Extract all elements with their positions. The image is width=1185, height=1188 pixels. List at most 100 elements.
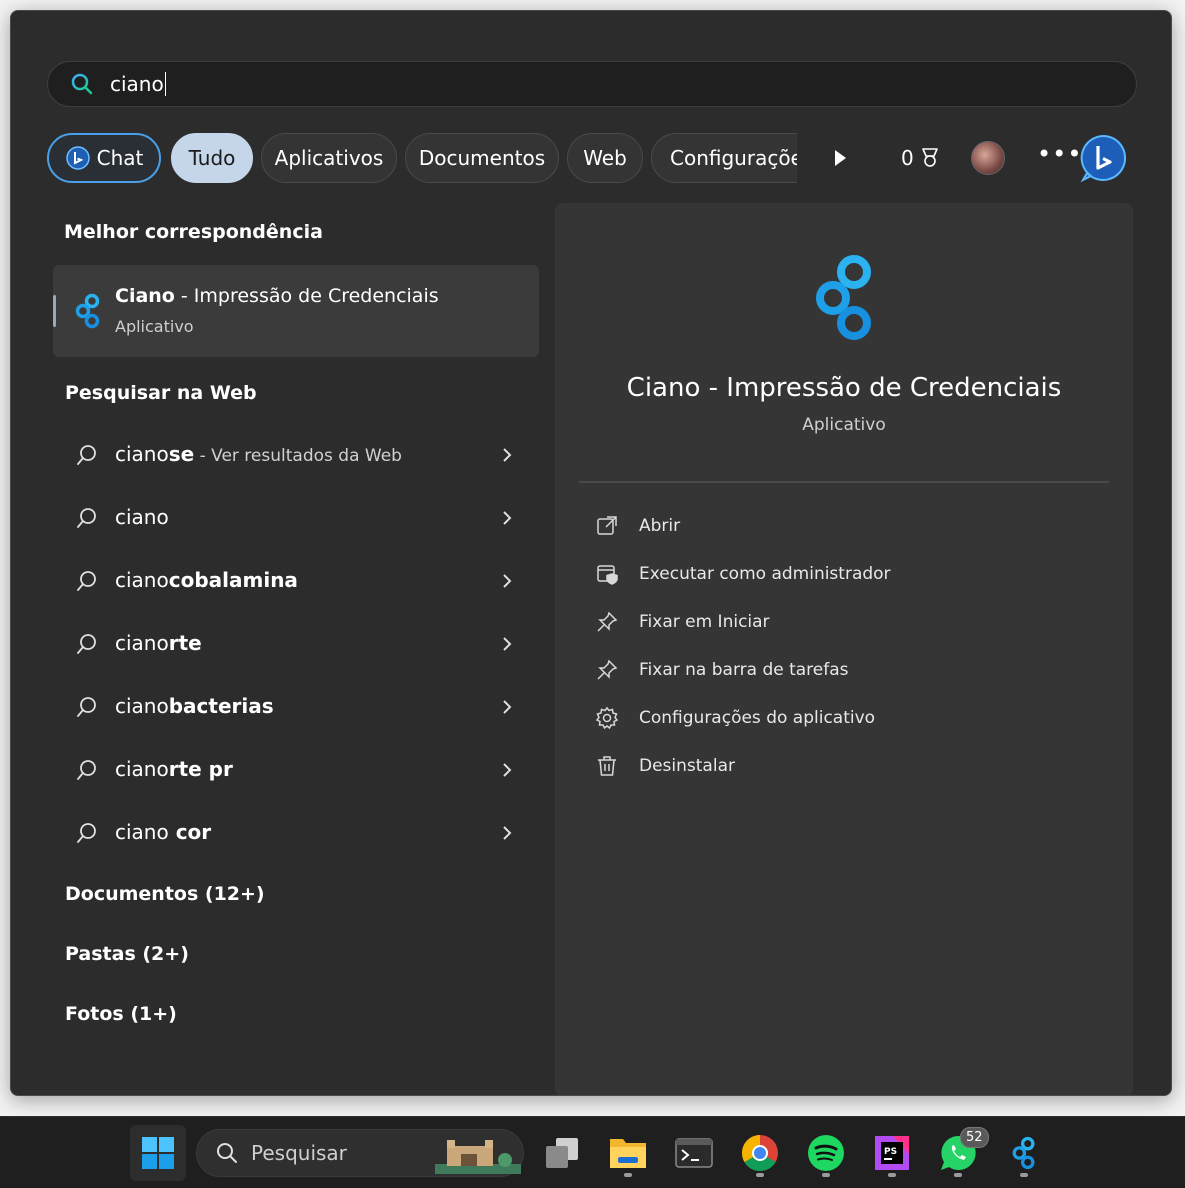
chevron-right-icon [503,637,512,651]
action-run-as-admin[interactable]: Executar como administrador [595,556,1075,592]
tab-tudo[interactable]: Tudo [171,133,253,183]
taskbar-chrome[interactable] [732,1125,788,1181]
best-match-title: Ciano - Impressão de Credenciais [115,285,439,307]
action-label: Executar como administrador [639,564,891,584]
pin-icon [597,611,618,632]
open-external-icon [597,516,617,535]
search-icon [77,445,96,465]
gear-icon [595,706,619,730]
start-search-panel: ciano Chat Tudo Aplicativos Documentos W… [10,10,1172,1096]
action-label: Configurações do aplicativo [639,708,876,728]
taskbar-whatsapp[interactable]: 52 [930,1125,989,1181]
tab-label: Web [583,146,627,170]
start-button[interactable] [130,1125,186,1181]
search-query: ciano [110,72,164,96]
running-indicator [954,1173,962,1177]
web-suggestion-item[interactable]: cianocobalamina [53,555,523,607]
search-icon [77,634,96,654]
suggestion-text: ciano cor [115,820,211,844]
running-indicator [888,1173,896,1177]
text-caret [164,72,167,96]
divider [579,481,1109,483]
taskbar-terminal[interactable] [666,1125,722,1181]
best-match-title-rest: - Impressão de Credenciais [174,285,439,307]
taskbar-task-view[interactable] [534,1125,590,1181]
ciano-app-icon [1012,1136,1035,1170]
chevron-right-icon [503,763,512,777]
spotify-icon [808,1135,844,1171]
filter-bar: Chat Tudo Aplicativos Documentos Web Con… [47,133,1137,183]
tab-aplicativos[interactable]: Aplicativos [261,133,397,183]
taskbar-search[interactable]: Pesquisar [196,1129,524,1177]
search-box[interactable]: ciano [47,61,1137,107]
taskbar-spotify[interactable] [798,1125,854,1181]
web-suggestion-item[interactable]: cianose - Ver resultados da Web [53,429,523,481]
web-suggestion-item[interactable]: ciano cor [53,807,523,859]
search-icon [71,73,93,95]
action-label: Desinstalar [639,756,735,776]
tab-label: Configuraçõe [670,146,797,170]
search-icon [77,823,96,843]
best-match-item[interactable]: Ciano - Impressão de Credenciais Aplicat… [53,265,539,357]
web-suggestion-item[interactable]: cianorte [53,618,523,670]
action-app-settings[interactable]: Configurações do aplicativo [595,700,1075,736]
user-avatar[interactable] [971,141,1005,175]
chrome-icon [741,1135,778,1172]
action-pin-taskbar[interactable]: Fixar na barra de tarefas [595,652,1075,688]
rewards-points[interactable]: 0 [901,143,942,173]
file-explorer-icon [610,1139,646,1168]
tab-label: Aplicativos [274,146,384,170]
suggestion-prefix: ciano [115,505,169,529]
action-open[interactable]: Abrir [595,508,1075,544]
web-suggestion-item[interactable]: cianorte pr [53,744,523,796]
trophy-icon [921,148,938,167]
chat-label: Chat [96,146,144,170]
points-value: 0 [901,146,914,170]
trash-icon [598,756,616,776]
tab-web[interactable]: Web [567,133,643,183]
best-match-heading: Melhor correspondência [64,221,323,243]
action-pin-start[interactable]: Fixar em Iniciar [595,604,1075,640]
suggestion-completion: bacterias [168,694,274,718]
suggestion-text: cianorte [115,631,202,655]
chevron-right-icon [503,826,512,840]
taskbar-ciano[interactable] [996,1125,1052,1181]
task-view-icon [546,1138,578,1168]
bing-chat-icon [65,146,90,170]
web-suggestion-item[interactable]: cianobacterias [53,681,523,733]
tab-label: Tudo [188,146,236,170]
selection-indicator [53,295,56,327]
suggestion-completion: rte pr [168,757,233,781]
svg-text:PS: PS [884,1147,897,1157]
suggestion-text: cianocobalamina [115,568,298,592]
suggestion-text: ciano [115,505,169,529]
running-indicator [822,1173,830,1177]
search-input[interactable]: ciano [110,72,167,96]
web-suggestion-item[interactable]: ciano [53,492,523,544]
bing-icon[interactable] [1079,133,1129,183]
suggestion-prefix: ciano [115,757,169,781]
terminal-icon [675,1138,713,1168]
more-options-icon[interactable]: ••• [1037,141,1082,175]
running-indicator [1020,1173,1028,1177]
action-label: Fixar na barra de tarefas [639,660,849,680]
taskbar-search-label: Pesquisar [251,1141,347,1165]
tab-configuracoes[interactable]: Configuraçõe [651,133,797,183]
tab-documentos[interactable]: Documentos [405,133,559,183]
suggestion-completion: se [168,442,195,466]
chat-button[interactable]: Chat [47,133,161,183]
category-folders[interactable]: Pastas (2+) [65,943,189,965]
search-icon [77,697,96,717]
suggestion-prefix: ciano [115,631,169,655]
details-app-type: Aplicativo [802,415,886,435]
details-app-name: Ciano - Impressão de Credenciais [626,373,1062,403]
search-icon [217,1143,237,1163]
category-documents[interactable]: Documentos (12+) [65,883,265,905]
action-uninstall[interactable]: Desinstalar [595,748,1075,784]
taskbar-file-explorer[interactable] [600,1125,656,1181]
scroll-right-icon[interactable] [827,145,853,171]
suggestion-completion: rte [168,631,202,655]
suggestion-completion: cobalamina [168,568,298,592]
taskbar-phpstorm[interactable]: PS [864,1125,920,1181]
category-photos[interactable]: Fotos (1+) [65,1003,177,1025]
